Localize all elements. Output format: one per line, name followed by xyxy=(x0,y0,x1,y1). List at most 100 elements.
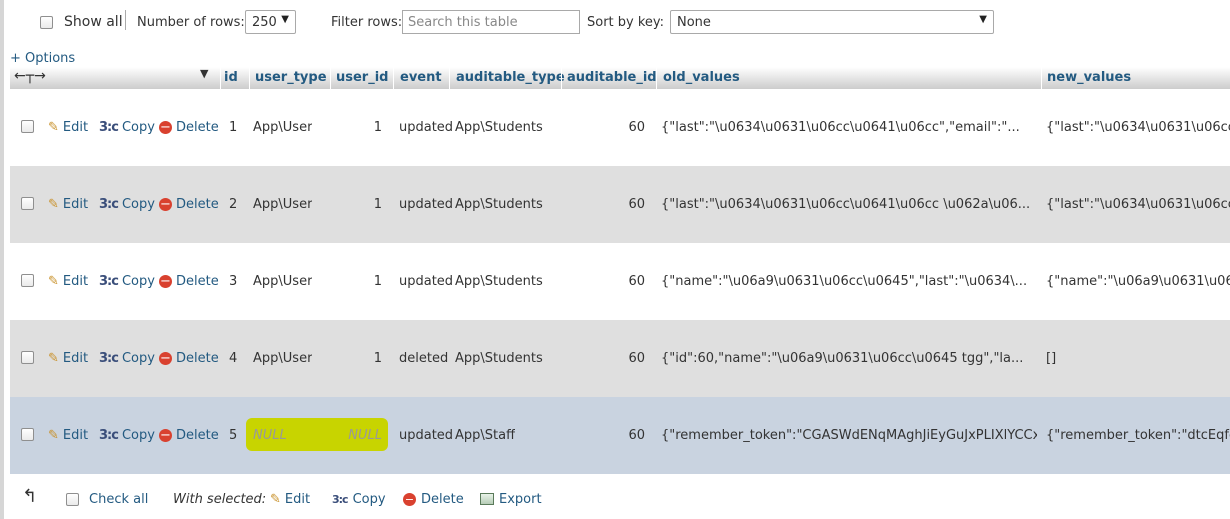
cell-new-values: [] xyxy=(1046,351,1057,366)
bulk-delete-button[interactable]: − Delete xyxy=(403,489,464,509)
delete-button[interactable]: − Delete xyxy=(159,348,219,368)
sort-dropdown-icon[interactable]: ▼ xyxy=(200,67,208,80)
sort-by-key-label: Sort by key: xyxy=(587,14,665,30)
number-of-rows-label: Number of rows: xyxy=(137,14,245,30)
chevron-down-icon: ▼ xyxy=(281,14,289,25)
delete-icon: − xyxy=(159,350,172,366)
copy-icon: 3:c xyxy=(332,492,349,506)
copy-label: Copy xyxy=(121,427,155,443)
bulk-export-label: Export xyxy=(499,491,542,507)
copy-label: Copy xyxy=(121,273,155,289)
cell-auditable-id: 60 xyxy=(628,428,645,443)
edit-button[interactable]: ✎ Edit xyxy=(48,117,88,137)
column-header-auditable-type[interactable]: auditable_type xyxy=(456,67,565,89)
cell-auditable-type: App\Students xyxy=(455,197,543,212)
copy-button[interactable]: 3:c Copy xyxy=(99,117,155,137)
edit-button[interactable]: ✎ Edit xyxy=(48,194,88,214)
cell-auditable-id: 60 xyxy=(628,351,645,366)
copy-button[interactable]: 3:c Copy xyxy=(99,425,155,445)
copy-icon: 3:c xyxy=(99,273,119,289)
copy-button[interactable]: 3:c Copy xyxy=(99,271,155,291)
edit-label: Edit xyxy=(62,119,89,135)
header-divider xyxy=(220,67,221,89)
cell-old-values: {"last":"\u0634\u0631\u06cc\u0641\u06cc … xyxy=(661,197,1031,212)
cell-old-values: {"id":60,"name":"\u06a9\u0631\u06cc\u064… xyxy=(661,351,1024,366)
bulk-copy-button[interactable]: 3:c Copy xyxy=(332,489,386,509)
bulk-edit-button[interactable]: ✎ Edit xyxy=(270,489,310,509)
cell-new-values: {"remember_token":"dtcEqfcxt4 xyxy=(1046,428,1230,443)
edit-button[interactable]: ✎ Edit xyxy=(48,348,88,368)
header-divider xyxy=(656,67,657,89)
edit-button[interactable]: ✎ Edit xyxy=(48,271,88,291)
column-header-new-values[interactable]: new_values xyxy=(1047,67,1131,89)
filter-rows-label: Filter rows: xyxy=(331,14,403,30)
delete-icon: − xyxy=(159,427,172,443)
header-divider xyxy=(561,67,562,89)
row-select-checkbox[interactable] xyxy=(21,120,34,133)
pencil-icon: ✎ xyxy=(48,427,59,443)
bulk-delete-label: Delete xyxy=(421,491,464,507)
copy-label: Copy xyxy=(121,119,155,135)
cell-auditable-type: App\Staff xyxy=(455,428,516,443)
header-divider xyxy=(393,67,394,89)
bulk-edit-label: Edit xyxy=(284,491,311,507)
pencil-icon: ✎ xyxy=(48,119,59,135)
left-frame-border xyxy=(0,0,4,519)
cell-user-id: 1 xyxy=(373,351,382,366)
cell-id: 3 xyxy=(229,274,238,289)
export-icon xyxy=(480,493,494,505)
copy-button[interactable]: 3:c Copy xyxy=(99,194,155,214)
show-all-toggle[interactable]: Show all xyxy=(40,10,123,34)
pencil-icon: ✎ xyxy=(270,491,281,507)
copy-icon: 3:c xyxy=(99,196,119,212)
edit-button[interactable]: ✎ Edit xyxy=(48,425,88,445)
column-header-auditable-id[interactable]: auditable_id xyxy=(567,67,657,89)
pencil-icon: ✎ xyxy=(48,273,59,289)
delete-label: Delete xyxy=(176,350,219,366)
sort-by-key-value: None xyxy=(677,14,711,30)
column-arrows-icon: ←┬→ xyxy=(14,68,46,84)
delete-button[interactable]: − Delete xyxy=(159,425,219,445)
copy-button[interactable]: 3:c Copy xyxy=(99,348,155,368)
copy-label: Copy xyxy=(121,196,155,212)
cell-new-values: {"name":"\u06a9\u0631\u06cc\u xyxy=(1046,274,1230,289)
column-header-user-id[interactable]: user_id xyxy=(336,67,388,89)
cell-id: 4 xyxy=(229,351,238,366)
row-select-checkbox[interactable] xyxy=(21,197,34,210)
column-header-user-type[interactable]: user_type xyxy=(255,67,327,89)
check-all-toggle[interactable]: Check all xyxy=(66,489,148,509)
table-row: ✎ Edit 3:c Copy − Delete 3 App\User 1 updat… xyxy=(10,243,1230,320)
bulk-copy-label: Copy xyxy=(352,491,386,507)
bulk-export-button[interactable]: Export xyxy=(480,489,542,509)
cell-old-values: {"name":"\u06a9\u0631\u06cc\u0645","last… xyxy=(661,274,1028,289)
delete-button[interactable]: − Delete xyxy=(159,117,219,137)
delete-button[interactable]: − Delete xyxy=(159,194,219,214)
options-link[interactable]: + Options xyxy=(10,51,75,66)
cell-old-values: {"remember_token":"CGASWdENqMAghJiEyGuJx… xyxy=(661,428,1037,443)
check-all-label: Check all xyxy=(89,491,149,507)
edit-label: Edit xyxy=(62,427,89,443)
cell-old-values: {"last":"\u0634\u0631\u06cc\u0641\u06cc"… xyxy=(661,120,1020,135)
row-select-checkbox[interactable] xyxy=(21,428,34,441)
column-header-id[interactable]: id xyxy=(224,67,238,89)
row-select-checkbox[interactable] xyxy=(21,351,34,364)
cell-auditable-type: App\Students xyxy=(455,274,543,289)
show-all-checkbox[interactable] xyxy=(40,15,53,29)
column-header-event[interactable]: event xyxy=(400,67,442,89)
number-of-rows-value: 250 xyxy=(252,14,277,30)
row-select-checkbox[interactable] xyxy=(21,274,34,287)
delete-button[interactable]: − Delete xyxy=(159,271,219,291)
table-row: ✎ Edit 3:c Copy − Delete 4 App\User 1 delet… xyxy=(10,320,1230,397)
column-header-old-values[interactable]: old_values xyxy=(663,67,740,89)
copy-label: Copy xyxy=(121,350,155,366)
pencil-icon: ✎ xyxy=(48,350,59,366)
header-divider xyxy=(330,67,331,89)
number-of-rows-select[interactable]: 250 ▼ xyxy=(245,10,296,34)
header-divider xyxy=(1041,67,1042,89)
cell-new-values: {"last":"\u0634\u0631\u06cc\u06 xyxy=(1046,197,1230,212)
filter-rows-input[interactable] xyxy=(402,10,580,34)
check-all-checkbox[interactable] xyxy=(66,492,79,506)
delete-icon: − xyxy=(403,492,416,506)
sort-by-key-select[interactable]: None ▼ xyxy=(670,10,994,34)
cell-event: deleted xyxy=(399,351,449,366)
